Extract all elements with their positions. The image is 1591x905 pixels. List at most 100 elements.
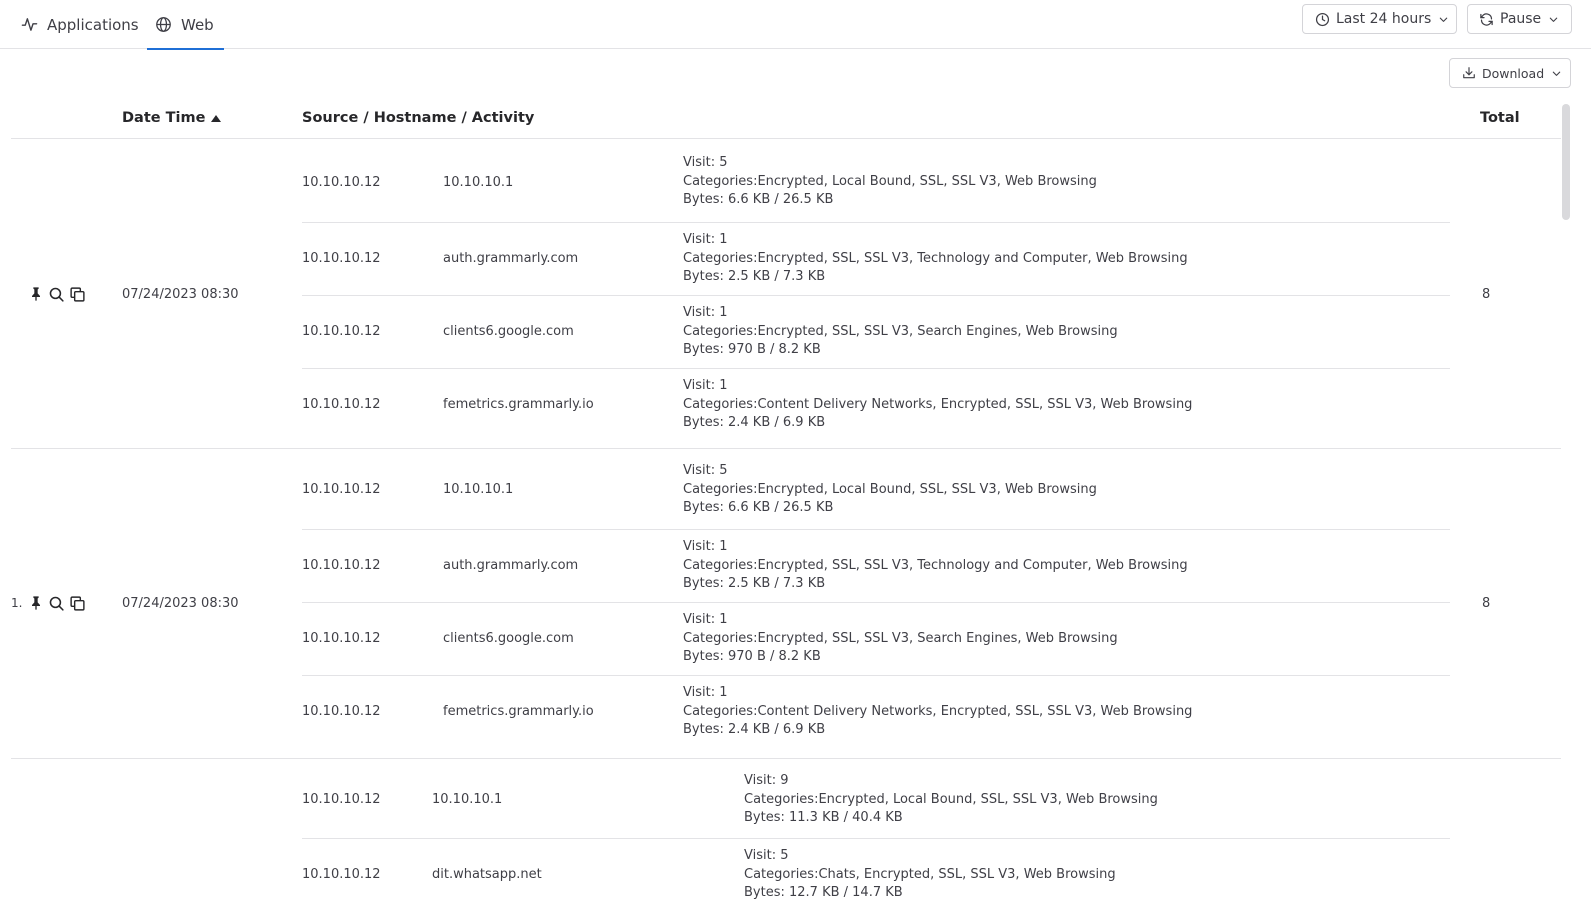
source-ip: 10.10.10.12 <box>302 482 381 497</box>
categories: Categories:Encrypted, SSL, SSL V3, Techn… <box>683 557 1188 573</box>
column-header-total: Total <box>1480 110 1520 126</box>
bytes: Bytes: 2.5 KB / 7.3 KB <box>683 576 826 591</box>
copy-icon[interactable] <box>69 286 86 303</box>
chevron-down-icon <box>1549 17 1558 22</box>
visit-count: Visit: 5 <box>683 155 728 170</box>
pin-icon[interactable] <box>28 595 44 611</box>
categories: Categories:Encrypted, Local Bound, SSL, … <box>683 173 1097 189</box>
activity-details: Visit: 5 Categories:Chats, Encrypted, SS… <box>744 847 1116 903</box>
categories: Categories:Content Delivery Networks, En… <box>683 703 1193 719</box>
bytes: Bytes: 6.6 KB / 26.5 KB <box>683 192 834 207</box>
activity-details: Visit: 1 Categories:Content Delivery Net… <box>683 684 1192 740</box>
source-ip: 10.10.10.12 <box>302 792 381 807</box>
visit-count: Visit: 1 <box>683 685 728 700</box>
activity-details: Visit: 1 Categories:Encrypted, SSL, SSL … <box>683 304 1118 360</box>
time-range-label: Last 24 hours <box>1336 11 1432 27</box>
download-icon <box>1463 67 1475 79</box>
row-number: 1. <box>11 596 23 610</box>
categories: Categories:Encrypted, Local Bound, SSL, … <box>744 791 1158 807</box>
categories: Categories:Encrypted, SSL, SSL V3, Techn… <box>683 250 1188 266</box>
list-item: 10.10.10.12 auth.grammarly.com Visit: 1 … <box>302 223 1450 296</box>
activity-details: Visit: 1 Categories:Content Delivery Net… <box>683 377 1192 433</box>
list-item: 10.10.10.12 10.10.10.1 Visit: 9 Categori… <box>302 759 1450 839</box>
activity-details: Visit: 1 Categories:Encrypted, SSL, SSL … <box>683 538 1188 594</box>
column-header-source-host-activity: Source / Hostname / Activity <box>302 110 535 126</box>
list-item: 10.10.10.12 clients6.google.com Visit: 1… <box>302 296 1450 369</box>
visit-count: Visit: 1 <box>683 232 728 247</box>
source-ip: 10.10.10.12 <box>302 631 381 646</box>
table-row: 10.10.10.12 10.10.10.1 Visit: 9 Categori… <box>0 759 1561 905</box>
hostname: 10.10.10.1 <box>432 792 503 807</box>
bytes: Bytes: 970 B / 8.2 KB <box>683 342 821 357</box>
tab-applications-label: Applications <box>47 15 139 34</box>
tab-applications[interactable]: Applications <box>21 0 139 49</box>
visit-count: Visit: 5 <box>683 463 728 478</box>
pin-icon[interactable] <box>28 286 44 302</box>
source-ip: 10.10.10.12 <box>302 324 381 339</box>
sort-ascending-icon <box>211 114 222 122</box>
hostname: clients6.google.com <box>443 324 574 339</box>
hostname: auth.grammarly.com <box>443 251 579 266</box>
tab-web[interactable]: Web <box>147 0 224 50</box>
activity-details: Visit: 1 Categories:Encrypted, SSL, SSL … <box>683 231 1188 287</box>
list-item: 10.10.10.12 dit.whatsapp.net Visit: 5 Ca… <box>302 839 1450 905</box>
chevron-down-icon <box>1552 71 1561 76</box>
source-ip: 10.10.10.12 <box>302 704 381 719</box>
hostname: dit.whatsapp.net <box>432 867 542 882</box>
visit-count: Visit: 1 <box>683 378 728 393</box>
categories: Categories:Chats, Encrypted, SSL, SSL V3… <box>744 866 1116 882</box>
list-item: 10.10.10.12 femetrics.grammarly.io Visit… <box>302 369 1450 449</box>
bytes: Bytes: 2.5 KB / 7.3 KB <box>683 269 826 284</box>
table-row: 1. 07/24/2023 08:30 8 10.10.10.12 10.10.… <box>0 449 1561 759</box>
hostname: femetrics.grammarly.io <box>443 704 594 719</box>
row-actions <box>28 286 86 303</box>
download-label: Download <box>1482 65 1545 81</box>
categories: Categories:Encrypted, SSL, SSL V3, Searc… <box>683 323 1118 339</box>
bytes: Bytes: 11.3 KB / 40.4 KB <box>744 810 903 825</box>
categories: Categories:Encrypted, SSL, SSL V3, Searc… <box>683 630 1118 646</box>
categories: Categories:Encrypted, Local Bound, SSL, … <box>683 481 1097 497</box>
categories: Categories:Content Delivery Networks, En… <box>683 396 1193 412</box>
copy-icon[interactable] <box>69 595 86 612</box>
refresh-icon <box>1480 12 1493 26</box>
list-item: 10.10.10.12 auth.grammarly.com Visit: 1 … <box>302 530 1450 603</box>
refresh-label: Pause <box>1500 11 1542 27</box>
column-header-date-time-label: Date Time <box>122 110 206 126</box>
source-ip: 10.10.10.12 <box>302 558 381 573</box>
row-total: 8 <box>1482 286 1491 302</box>
visit-count: Visit: 5 <box>744 848 789 863</box>
download-dropdown[interactable]: Download <box>1449 58 1571 88</box>
row-total: 8 <box>1482 595 1491 611</box>
list-item: 10.10.10.12 clients6.google.com Visit: 1… <box>302 603 1450 676</box>
column-header-date-time[interactable]: Date Time <box>122 110 222 126</box>
source-ip: 10.10.10.12 <box>302 251 381 266</box>
bytes: Bytes: 6.6 KB / 26.5 KB <box>683 500 834 515</box>
source-ip: 10.10.10.12 <box>302 397 381 412</box>
list-item: 10.10.10.12 10.10.10.1 Visit: 5 Categori… <box>302 449 1450 530</box>
hostname: 10.10.10.1 <box>443 482 514 497</box>
search-icon[interactable] <box>48 286 65 303</box>
list-item: 10.10.10.12 10.10.10.1 Visit: 5 Categori… <box>302 139 1450 223</box>
list-item: 10.10.10.12 femetrics.grammarly.io Visit… <box>302 676 1450 759</box>
activity-details: Visit: 1 Categories:Encrypted, SSL, SSL … <box>683 611 1118 667</box>
bytes: Bytes: 12.7 KB / 14.7 KB <box>744 885 903 900</box>
refresh-dropdown[interactable]: Pause <box>1467 4 1572 34</box>
bytes: Bytes: 2.4 KB / 6.9 KB <box>683 722 826 737</box>
clock-icon <box>1315 12 1330 26</box>
hostname: femetrics.grammarly.io <box>443 397 594 412</box>
row-actions <box>28 595 86 612</box>
bytes: Bytes: 970 B / 8.2 KB <box>683 649 821 664</box>
table-row: 07/24/2023 08:30 8 10.10.10.12 10.10.10.… <box>0 139 1561 449</box>
scrollbar-track[interactable] <box>1561 104 1571 905</box>
source-ip: 10.10.10.12 <box>302 867 381 882</box>
row-date-time: 07/24/2023 08:30 <box>122 286 239 302</box>
scrollbar-thumb[interactable] <box>1562 104 1570 220</box>
hostname: clients6.google.com <box>443 631 574 646</box>
activity-details: Visit: 9 Categories:Encrypted, Local Bou… <box>744 772 1158 828</box>
source-ip: 10.10.10.12 <box>302 175 381 190</box>
visit-count: Visit: 1 <box>683 612 728 627</box>
bytes: Bytes: 2.4 KB / 6.9 KB <box>683 415 826 430</box>
time-range-dropdown[interactable]: Last 24 hours <box>1302 4 1457 34</box>
hostname: 10.10.10.1 <box>443 175 514 190</box>
search-icon[interactable] <box>48 595 65 612</box>
